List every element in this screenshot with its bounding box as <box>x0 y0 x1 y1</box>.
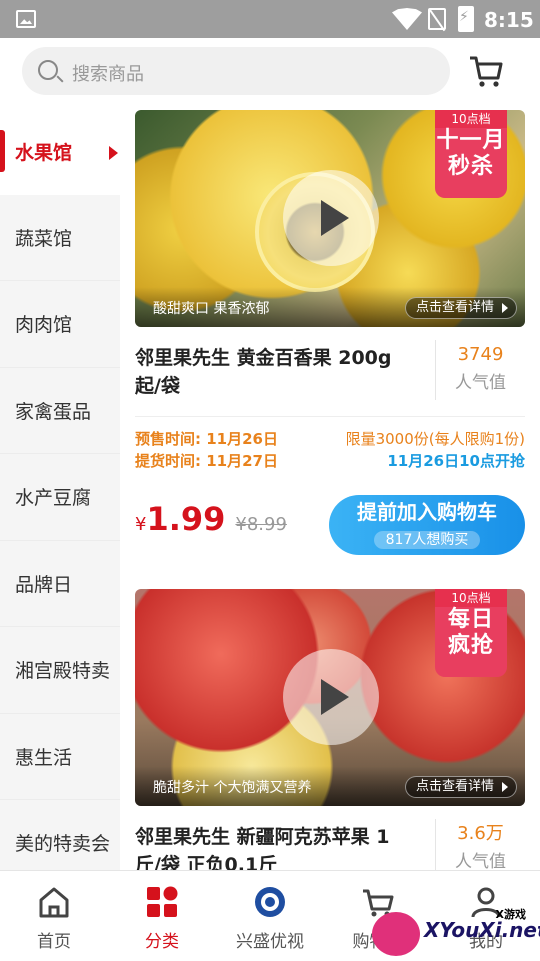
status-time: 8:15 <box>484 8 534 32</box>
nav-home[interactable]: 首页 <box>0 871 108 961</box>
original-price: ¥8.99 <box>235 514 287 535</box>
sidebar-item-poultry-eggs[interactable]: 家禽蛋品 <box>0 368 120 454</box>
sidebar-item-label: 蔬菜馆 <box>15 227 73 250</box>
sidebar-item-vegetable[interactable]: 蔬菜馆 <box>0 195 120 281</box>
view-details-link[interactable]: 点击查看详情 <box>404 776 517 798</box>
nav-home-label: 首页 <box>37 932 71 952</box>
purchase-limit: 限量3000份(每人限购1份) <box>345 430 525 448</box>
nav-category[interactable]: 分类 <box>108 871 216 961</box>
popularity-value: 3.6万 <box>457 823 504 844</box>
home-icon <box>39 887 69 918</box>
sidebar-item-huishenghuo[interactable]: 惠生活 <box>0 714 120 800</box>
image-caption-bar: 酸甜爽口 果香浓郁 点击查看详情 <box>135 287 525 327</box>
presale-time: 预售时间: 11月26日 <box>135 430 278 448</box>
nav-video[interactable]: 兴盛优视 <box>216 871 324 961</box>
sidebar-item-label: 品牌日 <box>15 573 73 596</box>
status-bar: 8:15 <box>0 0 540 38</box>
gamepad-icon <box>372 912 420 956</box>
sale-start: 11月26日10点开抢 <box>387 452 525 470</box>
sale-limits: 限量3000份(每人限购1份) 11月26日10点开抢 <box>346 428 525 472</box>
product-card[interactable]: 10点档 十一月 秒杀 酸甜爽口 果香浓郁 点击查看详情 邻里果先生 黄金百香果… <box>135 110 525 555</box>
sidebar-item-brand-day[interactable]: 品牌日 <box>0 541 120 627</box>
pickup-time: 提货时间: 11月27日 <box>135 452 278 470</box>
sidebar-item-fruit[interactable]: 水果馆 <box>0 108 120 195</box>
sidebar-item-label: 家禽蛋品 <box>15 400 92 423</box>
promo-tag-line1: 每日 <box>447 607 494 632</box>
battery-charging-icon <box>458 6 474 32</box>
popularity-label: 人气值 <box>455 373 506 393</box>
search-input[interactable]: 搜索商品 <box>22 47 450 95</box>
want-count: 817人想购买 <box>373 531 481 549</box>
product-title[interactable]: 邻里果先生 新疆阿克苏苹果 1斤/袋 正负0.1斤 <box>135 823 415 870</box>
video-icon <box>255 887 285 917</box>
sale-dates: 预售时间: 11月26日 提货时间: 11月27日 <box>135 428 278 472</box>
popularity: 3.6万 人气值 <box>435 819 525 870</box>
sidebar-item-seafood-tofu[interactable]: 水产豆腐 <box>0 454 120 541</box>
sidebar-item-label: 肉肉馆 <box>15 314 73 337</box>
promo-tag-line2: 秒杀 <box>447 154 494 179</box>
price-value: 1.99 <box>146 500 226 538</box>
sidebar-item-label: 湘宫殿特卖 <box>15 660 111 683</box>
image-icon <box>16 10 36 28</box>
price-currency: ¥ <box>135 514 147 535</box>
image-caption-bar: 脆甜多汁 个大饱满又营养 点击查看详情 <box>135 766 525 806</box>
promo-tag-time: 10点档 <box>435 589 507 607</box>
nav-video-label: 兴盛优视 <box>236 932 304 952</box>
promo-tag: 10点档 每日 疯抢 <box>435 589 507 677</box>
sidebar-item-meat[interactable]: 肉肉馆 <box>0 281 120 368</box>
add-to-cart-label: 提前加入购物车 <box>357 500 497 524</box>
promo-tag-line2: 疯抢 <box>447 633 494 658</box>
price: ¥1.99 ¥8.99 <box>135 500 287 538</box>
header: 搜索商品 <box>0 38 540 108</box>
promo-tag-line1: 十一月 <box>436 128 506 153</box>
product-list: 10点档 十一月 秒杀 酸甜爽口 果香浓郁 点击查看详情 邻里果先生 黄金百香果… <box>120 108 540 870</box>
play-icon[interactable] <box>283 170 379 266</box>
sidebar-item-label: 水产豆腐 <box>15 487 92 510</box>
sidebar-item-label: 水果馆 <box>15 141 73 164</box>
image-caption: 酸甜爽口 果香浓郁 <box>153 301 270 317</box>
image-caption: 脆甜多汁 个大饱满又营养 <box>153 780 312 796</box>
product-card[interactable]: 10点档 每日 疯抢 脆甜多汁 个大饱满又营养 点击查看详情 邻里果先生 新疆阿… <box>135 589 525 870</box>
search-icon <box>38 60 58 80</box>
popularity-value: 3749 <box>457 344 504 365</box>
watermark-text: XYouXi.net <box>424 918 540 942</box>
add-to-cart-button[interactable]: 提前加入购物车 817人想购买 <box>329 495 525 555</box>
search-placeholder: 搜索商品 <box>72 64 144 85</box>
nav-category-label: 分类 <box>145 932 179 952</box>
divider <box>135 416 525 417</box>
category-icon <box>147 886 178 917</box>
product-title[interactable]: 邻里果先生 黄金百香果 200g起/袋 <box>135 344 415 400</box>
promo-tag: 10点档 十一月 秒杀 <box>435 110 507 198</box>
popularity-label: 人气值 <box>455 852 506 870</box>
cart-icon[interactable] <box>468 50 504 90</box>
no-sim-icon <box>428 8 446 30</box>
category-sidebar: 水果馆 蔬菜馆 肉肉馆 家禽蛋品 水产豆腐 品牌日 湘宫殿特卖 惠生活 美的特卖… <box>0 108 120 870</box>
product-image[interactable]: 10点档 十一月 秒杀 酸甜爽口 果香浓郁 点击查看详情 <box>135 110 525 327</box>
product-image[interactable]: 10点档 每日 疯抢 脆甜多汁 个大饱满又营养 点击查看详情 <box>135 589 525 806</box>
sidebar-item-label: 惠生活 <box>15 746 73 769</box>
promo-tag-time: 10点档 <box>435 110 507 128</box>
view-details-link[interactable]: 点击查看详情 <box>404 297 517 319</box>
wifi-icon <box>392 8 422 30</box>
watermark: X游戏 XYouXi.net <box>372 906 540 960</box>
sidebar-item-xianggongdian[interactable]: 湘宫殿特卖 <box>0 627 120 714</box>
popularity: 3749 人气值 <box>435 340 525 400</box>
play-icon[interactable] <box>283 649 379 745</box>
sidebar-item-label: 美的特卖会 <box>15 833 111 856</box>
sidebar-item-midea-sale[interactable]: 美的特卖会 <box>0 800 120 870</box>
